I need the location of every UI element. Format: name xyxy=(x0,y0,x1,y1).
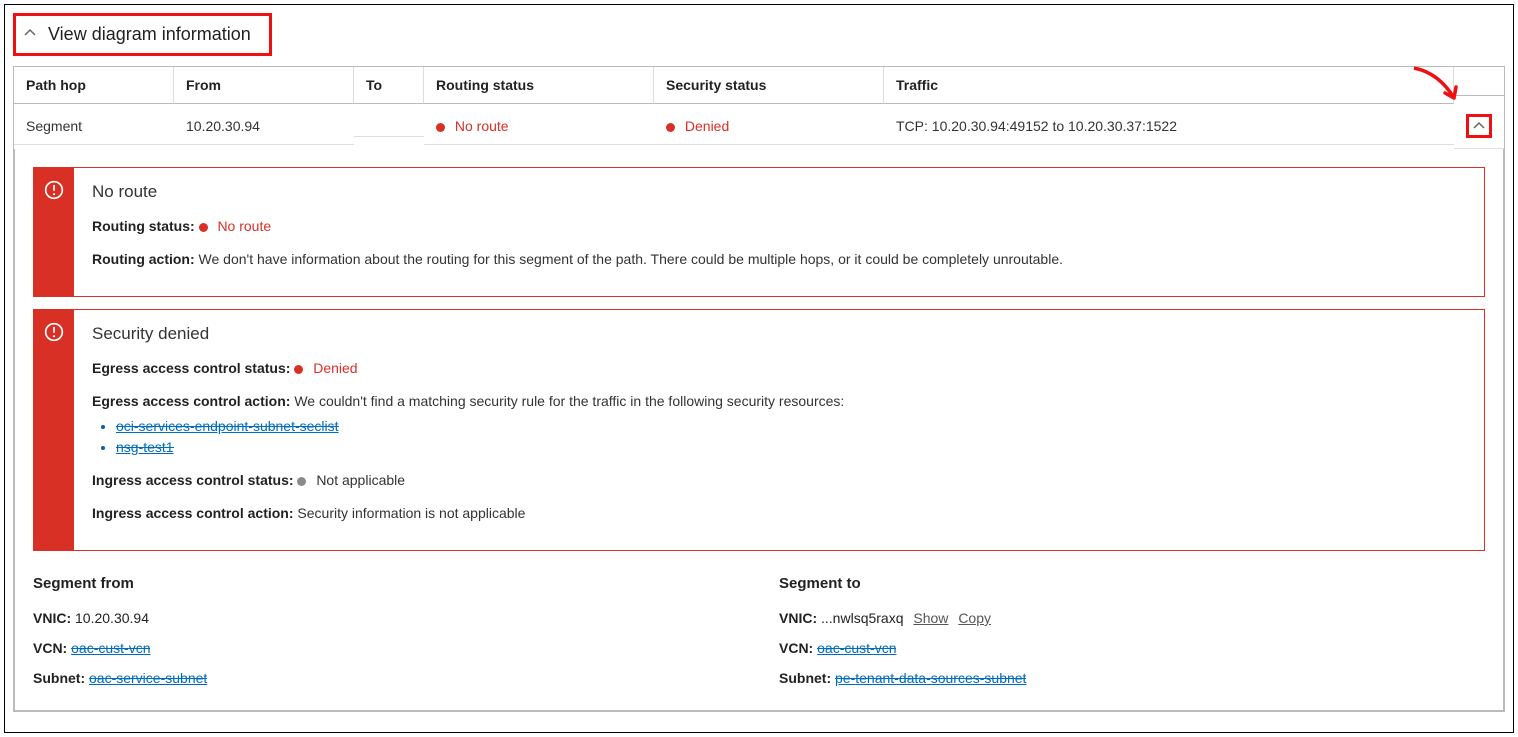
vcn-label: VCN: xyxy=(33,640,67,656)
col-to: To xyxy=(354,67,424,104)
routing-status-text: No route xyxy=(455,118,509,134)
alert-title: Security denied xyxy=(92,324,1466,344)
vcn-link[interactable]: oac-cust-vcn xyxy=(817,640,896,656)
segment-to: Segment to VNIC: ...nwlsq5raxq Show Copy… xyxy=(779,575,1485,700)
vnic-label: VNIC: xyxy=(33,610,71,626)
row-details: No route Routing status: No route Routin… xyxy=(14,149,1504,711)
security-resource-link[interactable]: oci-services-endpoint-subnet-seclist xyxy=(116,418,339,434)
cell-traffic: TCP: 10.20.30.94:49152 to 10.20.30.37:15… xyxy=(884,108,1454,145)
vnic-value: 10.20.30.94 xyxy=(75,610,149,626)
egress-status-label: Egress access control status: xyxy=(92,360,290,376)
col-traffic: Traffic xyxy=(884,67,1454,104)
status-dot-icon xyxy=(297,477,306,486)
segment-to-title: Segment to xyxy=(779,575,1485,592)
cell-security-status: Denied xyxy=(654,108,884,145)
security-resource-link[interactable]: nsg-test1 xyxy=(116,439,174,455)
table-row[interactable]: Segment 10.20.30.94 No route Denied TCP:… xyxy=(14,104,1504,149)
col-path-hop: Path hop xyxy=(14,67,174,104)
segment-from: Segment from VNIC: 10.20.30.94 VCN: oac-… xyxy=(33,575,739,700)
segment-from-title: Segment from xyxy=(33,575,739,592)
cell-routing-status: No route xyxy=(424,108,654,145)
ingress-action-label: Ingress access control action: xyxy=(92,505,294,521)
error-icon xyxy=(44,322,64,342)
subnet-link[interactable]: pe-tenant-data-sources-subnet xyxy=(835,670,1026,686)
subnet-label: Subnet: xyxy=(779,670,831,686)
egress-action-label: Egress access control action: xyxy=(92,393,290,409)
vcn-link[interactable]: oac-cust-vcn xyxy=(71,640,150,656)
security-status-text: Denied xyxy=(685,118,729,134)
status-dot-icon xyxy=(666,123,675,132)
alert-stripe xyxy=(34,168,74,296)
subnet-label: Subnet: xyxy=(33,670,85,686)
col-routing-status: Routing status xyxy=(424,67,654,104)
egress-status-value: Denied xyxy=(313,360,357,376)
cell-from: 10.20.30.94 xyxy=(174,108,354,145)
ingress-status-value: Not applicable xyxy=(316,472,405,488)
chevron-up-icon xyxy=(24,27,36,42)
egress-links: oci-services-endpoint-subnet-seclist nsg… xyxy=(116,416,1466,458)
col-expander xyxy=(1454,75,1504,96)
alert-stripe xyxy=(34,310,74,550)
section-title: View diagram information xyxy=(48,24,251,45)
vcn-label: VCN: xyxy=(779,640,813,656)
routing-action-value: We don't have information about the rout… xyxy=(199,251,1063,267)
routing-action-label: Routing action: xyxy=(92,251,195,267)
vnic-value: ...nwlsq5raxq xyxy=(821,610,903,626)
ingress-action-value: Security information is not applicable xyxy=(297,505,525,521)
error-icon xyxy=(44,180,64,200)
alert-security-denied: Security denied Egress access control st… xyxy=(33,309,1485,551)
routing-status-label: Routing status: xyxy=(92,218,195,234)
col-security-status: Security status xyxy=(654,67,884,104)
status-dot-icon xyxy=(294,365,303,374)
ingress-status-label: Ingress access control status: xyxy=(92,472,294,488)
subnet-link[interactable]: oac-service-subnet xyxy=(89,670,207,686)
col-from: From xyxy=(174,67,354,104)
egress-action-value: We couldn't find a matching security rul… xyxy=(294,393,844,409)
status-dot-icon xyxy=(436,123,445,132)
routing-status-value: No route xyxy=(217,218,271,234)
row-expand-toggle[interactable] xyxy=(1466,114,1492,138)
cell-expander xyxy=(1454,104,1504,149)
view-diagram-information-toggle[interactable]: View diagram information xyxy=(13,13,272,56)
vnic-label: VNIC: xyxy=(779,610,817,626)
table-header-row: Path hop From To Routing status Security… xyxy=(14,67,1504,104)
cell-path-hop: Segment xyxy=(14,108,174,145)
path-table: Path hop From To Routing status Security… xyxy=(13,66,1505,712)
cell-to xyxy=(354,116,424,137)
chevron-up-icon xyxy=(1473,120,1485,132)
status-dot-icon xyxy=(199,223,208,232)
alert-title: No route xyxy=(92,182,1466,202)
vnic-show-link[interactable]: Show xyxy=(913,610,948,626)
vnic-copy-link[interactable]: Copy xyxy=(958,610,991,626)
alert-no-route: No route Routing status: No route Routin… xyxy=(33,167,1485,297)
